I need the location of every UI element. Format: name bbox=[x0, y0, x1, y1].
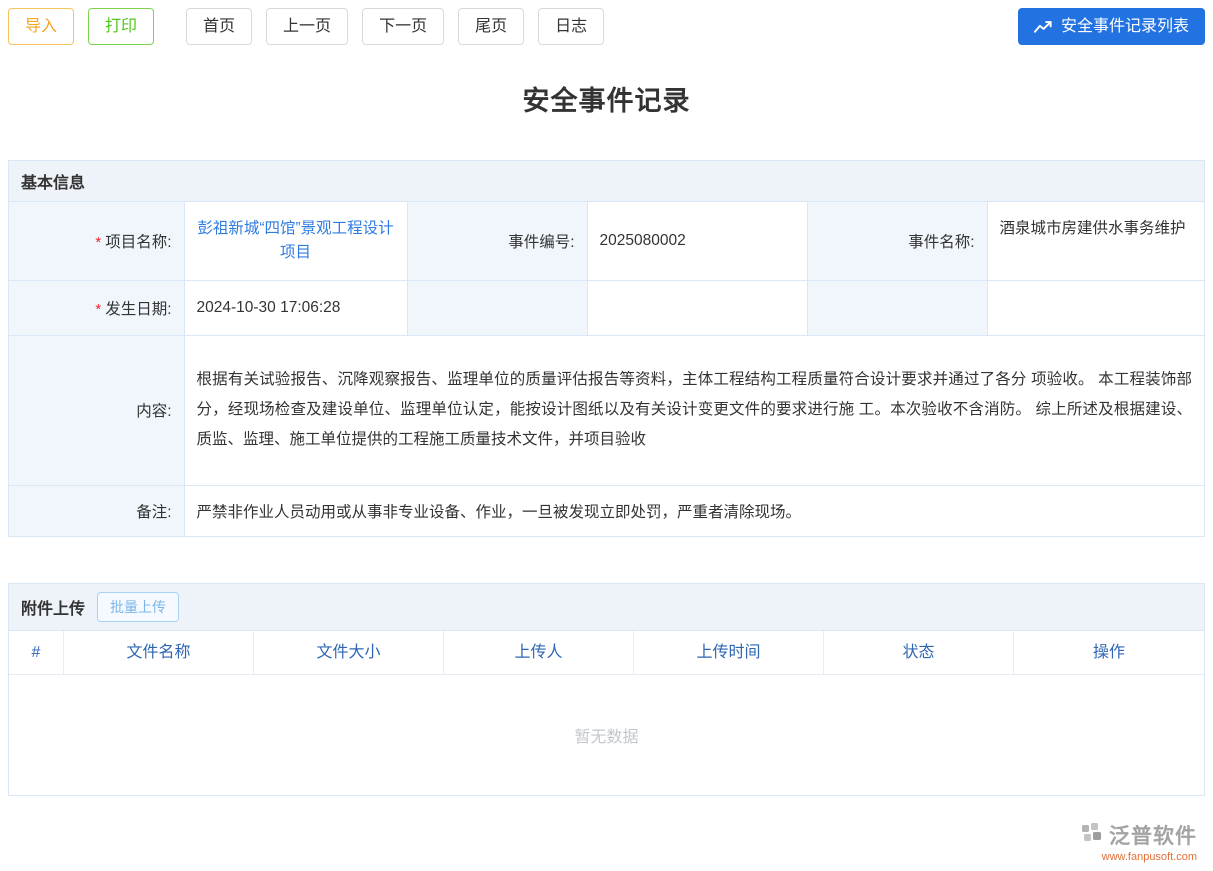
table-row: *项目名称: 彭祖新城“四馆”景观工程设计项目 事件编号: 2025080002… bbox=[9, 202, 1204, 280]
attachments-header: 附件上传 批量上传 bbox=[9, 584, 1204, 631]
fanpu-logo-icon bbox=[1081, 822, 1103, 849]
column-header-uploadtime: 上传时间 bbox=[634, 631, 824, 674]
required-asterisk: * bbox=[95, 234, 101, 251]
toolbar: 导入 打印 首页 上一页 下一页 尾页 日志 安全事件记录列表 bbox=[8, 8, 1205, 45]
record-list-button[interactable]: 安全事件记录列表 bbox=[1018, 8, 1205, 45]
project-name-label-cell: *项目名称: bbox=[9, 202, 184, 280]
basic-info-panel: 基本信息 *项目名称: 彭祖新城“四馆”景观工程设计项目 事件编号: 20250… bbox=[8, 160, 1205, 537]
attachments-panel: 附件上传 批量上传 # 文件名称 文件大小 上传人 上传时间 状态 操作 暂无数… bbox=[8, 583, 1205, 796]
event-name-cell: 酒泉城市房建供水事务维护 bbox=[987, 202, 1204, 280]
content-label: 内容: bbox=[136, 403, 171, 420]
record-list-button-label: 安全事件记录列表 bbox=[1061, 9, 1189, 44]
empty-label-cell bbox=[407, 280, 587, 335]
column-header-status: 状态 bbox=[824, 631, 1014, 674]
table-row: 备注: 严禁非作业人员动用或从事非专业设备、作业，一旦被发现立即处罚，严重者清除… bbox=[9, 485, 1204, 536]
attachments-table-header: # 文件名称 文件大小 上传人 上传时间 状态 操作 bbox=[9, 631, 1204, 675]
basic-info-header: 基本信息 bbox=[9, 161, 1204, 202]
basic-info-title: 基本信息 bbox=[21, 169, 85, 193]
event-no-label-cell: 事件编号: bbox=[407, 202, 587, 280]
empty-value-cell bbox=[987, 280, 1204, 335]
log-button[interactable]: 日志 bbox=[538, 8, 604, 45]
date-label-cell: *发生日期: bbox=[9, 280, 184, 335]
attachments-title: 附件上传 bbox=[21, 595, 85, 619]
print-button[interactable]: 打印 bbox=[88, 8, 154, 45]
empty-value-cell bbox=[587, 280, 807, 335]
vendor-watermark: 泛普软件 www.fanpusoft.com bbox=[1081, 820, 1197, 863]
remark-label-cell: 备注: bbox=[9, 485, 184, 536]
date-value-cell: 2024-10-30 17:06:28 bbox=[184, 280, 407, 335]
import-button[interactable]: 导入 bbox=[8, 8, 74, 45]
column-header-filesize: 文件大小 bbox=[254, 631, 444, 674]
event-no-label: 事件编号: bbox=[508, 234, 574, 251]
required-asterisk: * bbox=[95, 301, 101, 318]
column-header-actions: 操作 bbox=[1014, 631, 1204, 674]
content-label-cell: 内容: bbox=[9, 335, 184, 485]
remark-label: 备注: bbox=[136, 504, 171, 521]
first-page-button[interactable]: 首页 bbox=[186, 8, 252, 45]
prev-page-button[interactable]: 上一页 bbox=[266, 8, 348, 45]
last-page-button[interactable]: 尾页 bbox=[458, 8, 524, 45]
event-name-label-cell: 事件名称: bbox=[807, 202, 987, 280]
next-page-button[interactable]: 下一页 bbox=[362, 8, 444, 45]
page-title: 安全事件记录 bbox=[8, 79, 1205, 118]
basic-info-table: *项目名称: 彭祖新城“四馆”景观工程设计项目 事件编号: 2025080002… bbox=[9, 202, 1204, 536]
project-name-label: 项目名称: bbox=[105, 234, 171, 251]
brand-website: www.fanpusoft.com bbox=[1081, 851, 1197, 863]
project-name-cell: 彭祖新城“四馆”景观工程设计项目 bbox=[184, 202, 407, 280]
trend-line-icon bbox=[1034, 20, 1053, 34]
column-header-index: # bbox=[9, 631, 64, 674]
safety-event-record-page: 导入 打印 首页 上一页 下一页 尾页 日志 安全事件记录列表 安全事件记录 基… bbox=[0, 0, 1213, 871]
project-name-link[interactable]: 彭祖新城“四馆”景观工程设计项目 bbox=[197, 217, 395, 265]
event-no-cell: 2025080002 bbox=[587, 202, 807, 280]
brand-name: 泛普软件 bbox=[1109, 820, 1197, 850]
table-row: 内容: 根据有关试验报告、沉降观察报告、监理单位的质量评估报告等资料，主体工程结… bbox=[9, 335, 1204, 485]
empty-state-text: 暂无数据 bbox=[9, 675, 1204, 795]
column-header-filename: 文件名称 bbox=[64, 631, 254, 674]
content-value-cell: 根据有关试验报告、沉降观察报告、监理单位的质量评估报告等资料，主体工程结构工程质… bbox=[184, 335, 1204, 485]
column-header-uploader: 上传人 bbox=[444, 631, 634, 674]
event-name-label: 事件名称: bbox=[908, 234, 974, 251]
date-label: 发生日期: bbox=[105, 301, 171, 318]
table-row: *发生日期: 2024-10-30 17:06:28 bbox=[9, 280, 1204, 335]
empty-label-cell bbox=[807, 280, 987, 335]
remark-value-cell: 严禁非作业人员动用或从事非专业设备、作业，一旦被发现立即处罚，严重者清除现场。 bbox=[184, 485, 1204, 536]
batch-upload-button[interactable]: 批量上传 bbox=[97, 592, 179, 622]
